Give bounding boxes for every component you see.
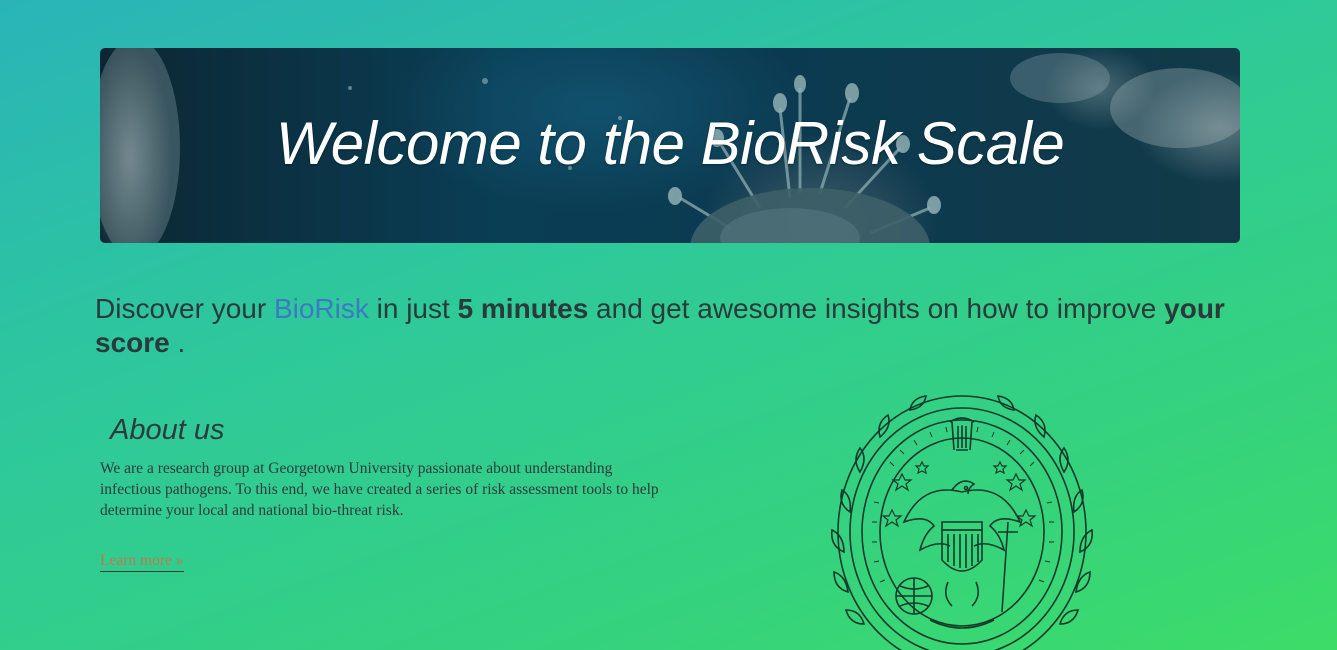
hero-banner: Welcome to the BioRisk Scale bbox=[100, 48, 1240, 243]
about-heading: About us bbox=[110, 414, 225, 446]
tagline-text: Discover your bbox=[95, 293, 274, 324]
tagline: Discover your BioRisk in just 5 minutes … bbox=[95, 292, 1255, 360]
tagline-text: in just bbox=[368, 293, 458, 324]
tagline-highlight-time: 5 minutes bbox=[457, 293, 589, 324]
about-body: We are a research group at Georgetown Un… bbox=[100, 460, 659, 519]
tagline-brand: BioRisk bbox=[273, 293, 369, 324]
tagline-text: . bbox=[169, 327, 186, 358]
banner-title: Welcome to the BioRisk Scale bbox=[275, 110, 1065, 177]
georgetown-seal-icon bbox=[830, 395, 1094, 650]
tagline-text: and get awesome insights on how to impro… bbox=[588, 293, 1165, 324]
learn-more-link[interactable]: Learn more » bbox=[100, 552, 184, 572]
